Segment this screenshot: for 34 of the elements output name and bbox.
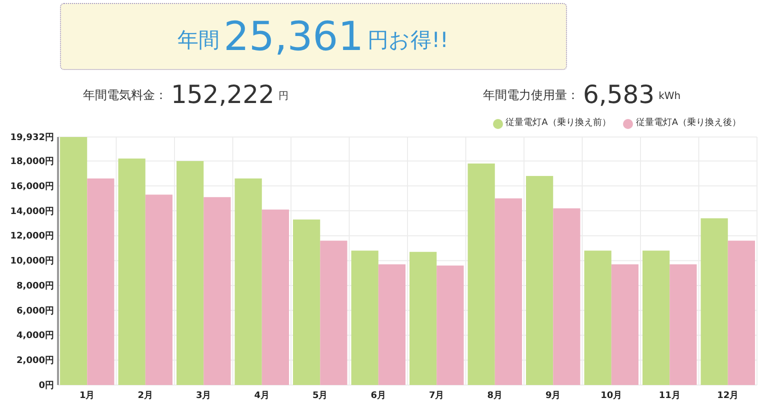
y-tick-label: 18,000円 bbox=[10, 157, 54, 168]
y-tick-label: 2,000円 bbox=[16, 356, 54, 366]
y-tick-label: 0円 bbox=[38, 381, 54, 391]
y-tick-label: 12,000円 bbox=[10, 232, 54, 242]
x-tick-label: 9月 bbox=[546, 391, 561, 401]
stat-value: 6,583 bbox=[583, 82, 655, 107]
y-tick-label: 16,000円 bbox=[10, 182, 54, 192]
stat-label: 年間電気料金： bbox=[83, 87, 167, 104]
x-tick-label: 4月 bbox=[254, 391, 270, 401]
y-tick-label: 8,000円 bbox=[16, 281, 54, 292]
y-tick-label: 6,000円 bbox=[16, 306, 54, 316]
x-tick-label: 12月 bbox=[717, 391, 739, 401]
x-tick-label: 5月 bbox=[312, 391, 328, 401]
x-tick-label: 10月 bbox=[600, 391, 622, 401]
x-tick-label: 2月 bbox=[138, 391, 153, 401]
y-tick-label: 19,932円 bbox=[10, 133, 54, 143]
x-tick-label: 7月 bbox=[429, 391, 444, 401]
stat-value: 152,222 bbox=[171, 82, 274, 107]
stat-unit: kWh bbox=[658, 90, 681, 104]
banner-prefix: 年間 bbox=[178, 26, 220, 54]
savings-amount: 25,361 bbox=[224, 16, 364, 56]
y-tick-label: 14,000円 bbox=[10, 206, 54, 217]
legend-label: 従量電灯A（乗り換え前） bbox=[506, 117, 611, 130]
banner-suffix: 円お得!! bbox=[368, 26, 448, 54]
x-tick-label: 11月 bbox=[658, 391, 680, 401]
legend-label: 従量電灯A（乗り換え後） bbox=[636, 117, 741, 130]
x-tick-label: 1月 bbox=[80, 391, 95, 401]
stat-label: 年間電力使用量： bbox=[483, 87, 579, 104]
x-tick-label: 3月 bbox=[196, 391, 212, 401]
y-tick-label: 4,000円 bbox=[16, 331, 54, 342]
x-tick-label: 8月 bbox=[487, 391, 502, 401]
y-tick-label: 10,000円 bbox=[10, 256, 54, 267]
stat-unit: 円 bbox=[278, 90, 288, 104]
x-tick-label: 6月 bbox=[370, 391, 386, 401]
